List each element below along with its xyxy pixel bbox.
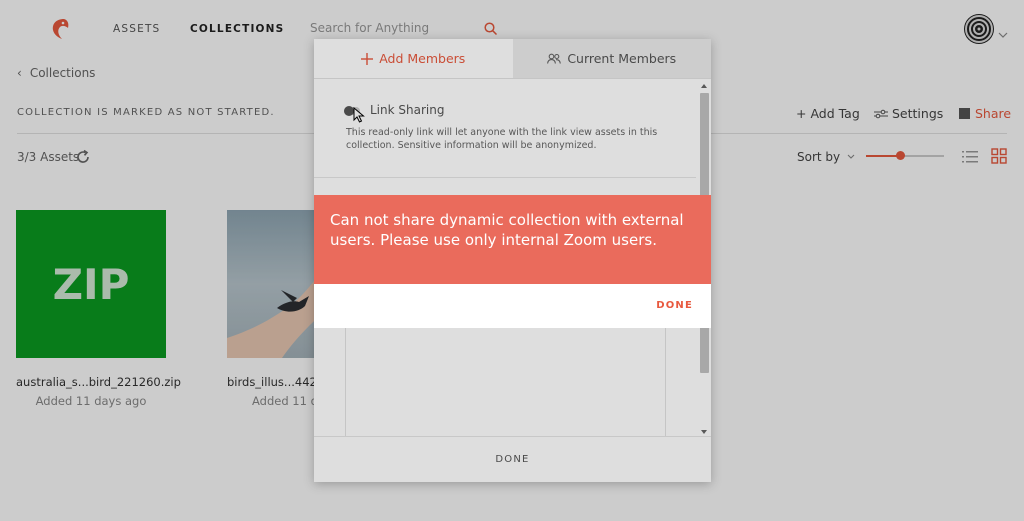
error-alert: Can not share dynamic collection with ex… bbox=[314, 195, 711, 328]
alert-message: Can not share dynamic collection with ex… bbox=[314, 195, 711, 284]
alert-footer: DONE bbox=[314, 284, 711, 328]
alert-done-button[interactable]: DONE bbox=[656, 300, 693, 311]
